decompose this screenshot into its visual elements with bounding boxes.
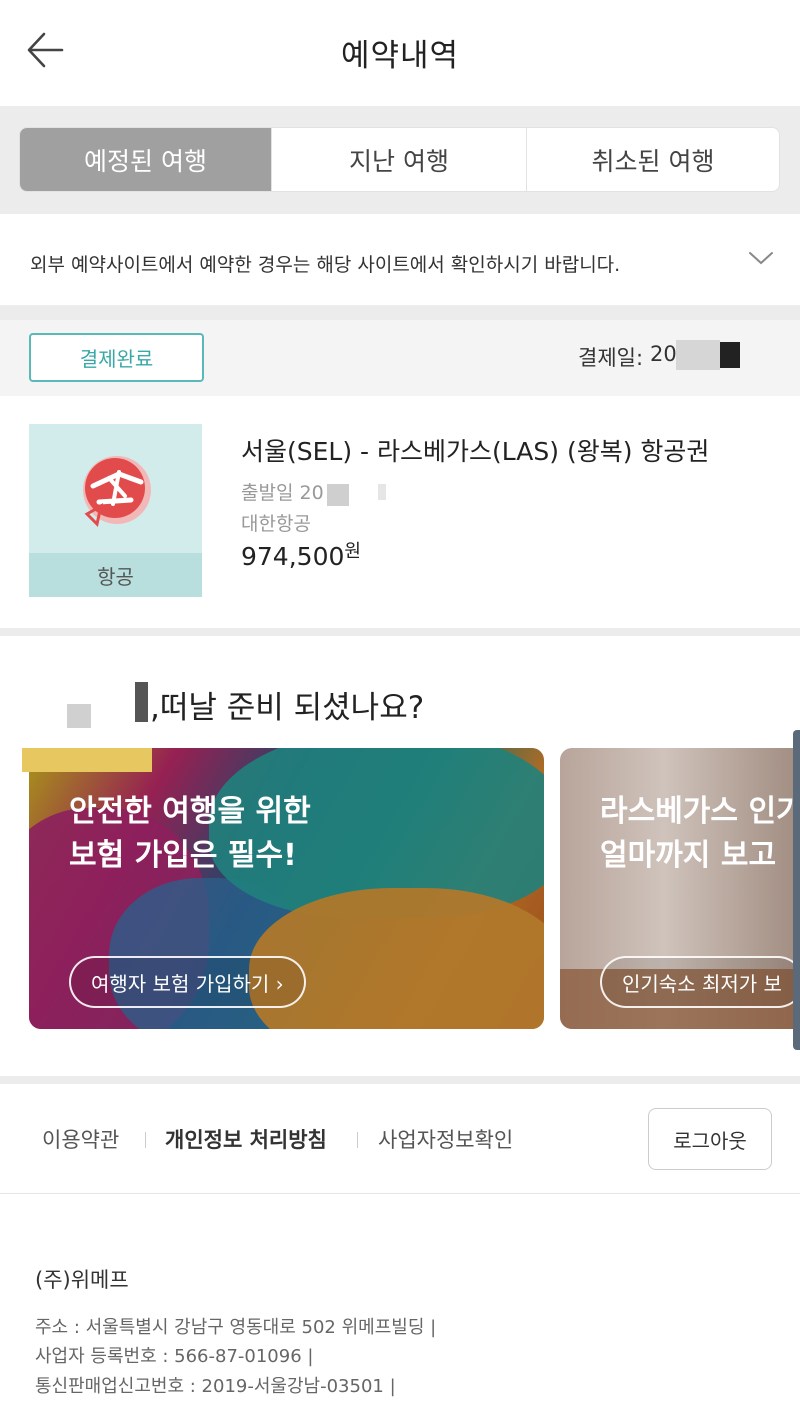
tab-bar: 예정된 여행 지난 여행 취소된 여행 bbox=[0, 106, 800, 214]
booking-title: 서울(SEL) - 라스베가스(LAS) (왕복) 항공권 bbox=[241, 437, 710, 466]
page-title: 예약내역 bbox=[340, 38, 460, 74]
mail-order-registration-number: 통신판매업신고번호 : 2019-서울강남-03501 | bbox=[35, 1376, 396, 1397]
promo-card-line: 라스베가스 인기 bbox=[600, 794, 800, 829]
header: 예약내역 bbox=[0, 0, 800, 106]
promo-section-title: ,떠날 준비 되셨나요? bbox=[150, 690, 425, 726]
booking-item[interactable]: 항공 서울(SEL) - 라스베가스(LAS) (왕복) 항공권 출발일 20 … bbox=[0, 396, 800, 628]
carousel-edge bbox=[793, 730, 800, 1050]
payment-date-label: 결제일: bbox=[578, 346, 644, 370]
company-address: 주소 : 서울특별시 강남구 영동대로 502 위메프빌딩 | bbox=[35, 1317, 437, 1338]
redacted-area bbox=[327, 484, 349, 506]
redacted-area bbox=[22, 748, 152, 772]
divider bbox=[0, 628, 800, 636]
company-name: (주)위메프 bbox=[35, 1268, 129, 1292]
promo-card-line: 보험 가입은 필수! bbox=[69, 838, 297, 873]
promo-card-text: 라스베가스 인기 얼마까지 보고 bbox=[600, 790, 800, 878]
tab-cancelled[interactable]: 취소된 여행 bbox=[527, 128, 779, 191]
payment-date-value: 20 bbox=[650, 342, 677, 366]
external-booking-notice[interactable]: 외부 예약사이트에서 예약한 경우는 해당 사이트에서 확인하시기 바랍니다. bbox=[0, 214, 800, 306]
hotel-lowest-price-button[interactable]: 인기숙소 최저가 보 bbox=[600, 956, 800, 1008]
footer-links: 이용약관 개인정보 처리방침 사업자정보확인 로그아웃 bbox=[0, 1084, 800, 1194]
status-badge: 결제완료 bbox=[29, 333, 204, 382]
tab-past[interactable]: 지난 여행 bbox=[272, 128, 527, 191]
promo-card-hotels[interactable]: 라스베가스 인기 얼마까지 보고 인기숙소 최저가 보 bbox=[560, 748, 800, 1029]
currency-unit: 원 bbox=[344, 541, 361, 562]
link-divider bbox=[145, 1132, 146, 1148]
logout-button[interactable]: 로그아웃 bbox=[648, 1108, 772, 1170]
promo-card-line: 안전한 여행을 위한 bbox=[69, 794, 311, 829]
flight-ticket-icon bbox=[83, 456, 151, 527]
redacted-area bbox=[378, 484, 386, 500]
terms-link[interactable]: 이용약관 bbox=[42, 1124, 119, 1154]
privacy-policy-link[interactable]: 개인정보 처리방침 bbox=[165, 1124, 327, 1154]
airline-name: 대한항공 bbox=[241, 513, 311, 535]
trip-tabs: 예정된 여행 지난 여행 취소된 여행 bbox=[19, 127, 780, 192]
insurance-signup-button[interactable]: 여행자 보험 가입하기 › bbox=[69, 956, 306, 1008]
promo-card-text: 안전한 여행을 위한 보험 가입은 필수! bbox=[69, 790, 311, 878]
redacted-area bbox=[135, 682, 148, 722]
promo-card-insurance[interactable]: 안전한 여행을 위한 보험 가입은 필수! 여행자 보험 가입하기 › bbox=[29, 748, 544, 1029]
redacted-area bbox=[676, 340, 720, 370]
promo-carousel[interactable]: 안전한 여행을 위한 보험 가입은 필수! 여행자 보험 가입하기 › 라스베가… bbox=[0, 748, 800, 1030]
divider bbox=[0, 1076, 800, 1084]
link-divider bbox=[357, 1132, 358, 1148]
tab-upcoming[interactable]: 예정된 여행 bbox=[20, 128, 272, 191]
chevron-down-icon[interactable] bbox=[748, 250, 774, 266]
redacted-area bbox=[67, 704, 91, 728]
price-value: 974,500 bbox=[241, 542, 345, 571]
promo-card-line: 얼마까지 보고 bbox=[600, 838, 777, 873]
business-info-link[interactable]: 사업자정보확인 bbox=[378, 1124, 513, 1154]
divider bbox=[0, 306, 800, 320]
booking-thumbnail: 항공 bbox=[29, 424, 202, 597]
notice-text: 외부 예약사이트에서 예약한 경우는 해당 사이트에서 확인하시기 바랍니다. bbox=[30, 254, 621, 276]
category-label: 항공 bbox=[29, 553, 202, 597]
business-registration-number: 사업자 등록번호 : 566-87-01096 | bbox=[35, 1346, 314, 1367]
booking-status-row: 결제완료 결제일: 20 bbox=[0, 320, 800, 396]
booking-price: 974,500원 bbox=[241, 541, 361, 571]
departure-date: 출발일 20 bbox=[241, 482, 324, 504]
redacted-area bbox=[720, 342, 740, 368]
